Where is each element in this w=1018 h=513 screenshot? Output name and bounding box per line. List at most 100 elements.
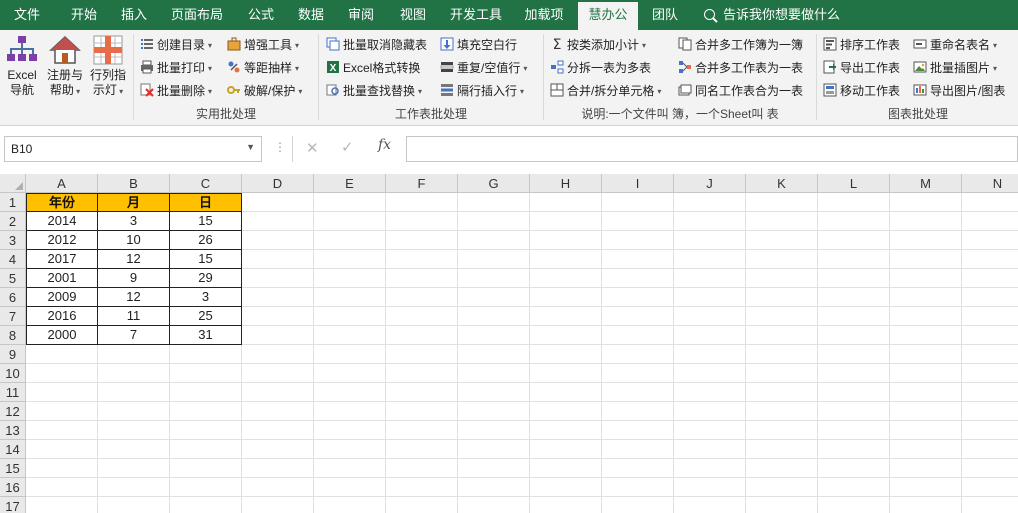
cell-l14[interactable] — [818, 440, 890, 459]
cell-n3[interactable] — [962, 231, 1018, 250]
cell-b2[interactable]: 3 — [98, 212, 170, 231]
column-header-f[interactable]: F — [386, 174, 458, 193]
cell-c14[interactable] — [170, 440, 242, 459]
cell-d12[interactable] — [242, 402, 314, 421]
cell-b13[interactable] — [98, 421, 170, 440]
cell-j14[interactable] — [674, 440, 746, 459]
cell-l3[interactable] — [818, 231, 890, 250]
tab-insert[interactable]: 插入 — [114, 0, 154, 30]
cell-e5[interactable] — [314, 269, 386, 288]
cell-c9[interactable] — [170, 345, 242, 364]
cell-f10[interactable] — [386, 364, 458, 383]
cell-n2[interactable] — [962, 212, 1018, 231]
cell-c6[interactable]: 3 — [170, 288, 242, 307]
tab-view[interactable]: 视图 — [392, 0, 434, 30]
cell-h15[interactable] — [530, 459, 602, 478]
cell-c17[interactable] — [170, 497, 242, 513]
cell-a12[interactable] — [26, 402, 98, 421]
cell-n5[interactable] — [962, 269, 1018, 288]
cell-e12[interactable] — [314, 402, 386, 421]
cell-g5[interactable] — [458, 269, 530, 288]
cell-a16[interactable] — [26, 478, 98, 497]
cell-d11[interactable] — [242, 383, 314, 402]
cancel-icon[interactable]: ✕ — [306, 139, 319, 157]
cell-j12[interactable] — [674, 402, 746, 421]
cell-d3[interactable] — [242, 231, 314, 250]
cell-m13[interactable] — [890, 421, 962, 440]
cell-i5[interactable] — [602, 269, 674, 288]
cell-c11[interactable] — [170, 383, 242, 402]
cell-e13[interactable] — [314, 421, 386, 440]
cell-l16[interactable] — [818, 478, 890, 497]
column-header-e[interactable]: E — [314, 174, 386, 193]
cell-l17[interactable] — [818, 497, 890, 513]
cell-k14[interactable] — [746, 440, 818, 459]
cell-n6[interactable] — [962, 288, 1018, 307]
column-header-n[interactable]: N — [962, 174, 1018, 193]
cell-c1[interactable]: 日 — [170, 193, 242, 212]
cell-g4[interactable] — [458, 250, 530, 269]
cell-h6[interactable] — [530, 288, 602, 307]
batch-find-replace-button[interactable]: 批量查找替换 ▾ — [326, 81, 422, 101]
cell-a4[interactable]: 2017 — [26, 250, 98, 269]
cell-j17[interactable] — [674, 497, 746, 513]
split-table-button[interactable]: 分拆一表为多表 — [550, 58, 651, 78]
cell-e6[interactable] — [314, 288, 386, 307]
cell-f3[interactable] — [386, 231, 458, 250]
merge-workbooks-button[interactable]: 合并多工作簿为一簿 — [678, 35, 803, 55]
cell-i17[interactable] — [602, 497, 674, 513]
cell-c15[interactable] — [170, 459, 242, 478]
cell-b12[interactable] — [98, 402, 170, 421]
cell-k13[interactable] — [746, 421, 818, 440]
cell-m8[interactable] — [890, 326, 962, 345]
cell-l9[interactable] — [818, 345, 890, 364]
cell-c12[interactable] — [170, 402, 242, 421]
cell-a8[interactable]: 2000 — [26, 326, 98, 345]
cell-g8[interactable] — [458, 326, 530, 345]
cell-f13[interactable] — [386, 421, 458, 440]
cell-g6[interactable] — [458, 288, 530, 307]
row-header-16[interactable]: 16 — [0, 478, 26, 497]
row-header-2[interactable]: 2 — [0, 212, 26, 231]
cell-m11[interactable] — [890, 383, 962, 402]
cell-k11[interactable] — [746, 383, 818, 402]
cell-j2[interactable] — [674, 212, 746, 231]
row-header-6[interactable]: 6 — [0, 288, 26, 307]
cell-b8[interactable]: 7 — [98, 326, 170, 345]
cell-i10[interactable] — [602, 364, 674, 383]
cell-m16[interactable] — [890, 478, 962, 497]
insert-function-icon[interactable]: fx — [378, 137, 391, 153]
cell-l2[interactable] — [818, 212, 890, 231]
merge-same-name-sheets-button[interactable]: 同名工作表合为一表 — [678, 81, 803, 101]
cell-m12[interactable] — [890, 402, 962, 421]
cell-n16[interactable] — [962, 478, 1018, 497]
cell-e2[interactable] — [314, 212, 386, 231]
cell-k6[interactable] — [746, 288, 818, 307]
cell-d17[interactable] — [242, 497, 314, 513]
cell-f17[interactable] — [386, 497, 458, 513]
cell-k1[interactable] — [746, 193, 818, 212]
batch-delete-button[interactable]: 批量删除 ▾ — [140, 81, 212, 101]
cell-g9[interactable] — [458, 345, 530, 364]
enhance-tools-button[interactable]: 增强工具 ▾ — [227, 35, 299, 55]
cell-d8[interactable] — [242, 326, 314, 345]
row-header-15[interactable]: 15 — [0, 459, 26, 478]
cell-a13[interactable] — [26, 421, 98, 440]
rename-sheets-button[interactable]: 重命名表名 ▾ — [913, 35, 997, 55]
cell-j5[interactable] — [674, 269, 746, 288]
cell-j15[interactable] — [674, 459, 746, 478]
cell-b14[interactable] — [98, 440, 170, 459]
cell-h5[interactable] — [530, 269, 602, 288]
cell-i16[interactable] — [602, 478, 674, 497]
cell-h9[interactable] — [530, 345, 602, 364]
tab-home[interactable]: 开始 — [54, 0, 114, 30]
cell-h11[interactable] — [530, 383, 602, 402]
column-header-i[interactable]: I — [602, 174, 674, 193]
cell-k10[interactable] — [746, 364, 818, 383]
cell-f8[interactable] — [386, 326, 458, 345]
cell-h17[interactable] — [530, 497, 602, 513]
cell-n9[interactable] — [962, 345, 1018, 364]
cell-f5[interactable] — [386, 269, 458, 288]
cell-k2[interactable] — [746, 212, 818, 231]
cell-m2[interactable] — [890, 212, 962, 231]
